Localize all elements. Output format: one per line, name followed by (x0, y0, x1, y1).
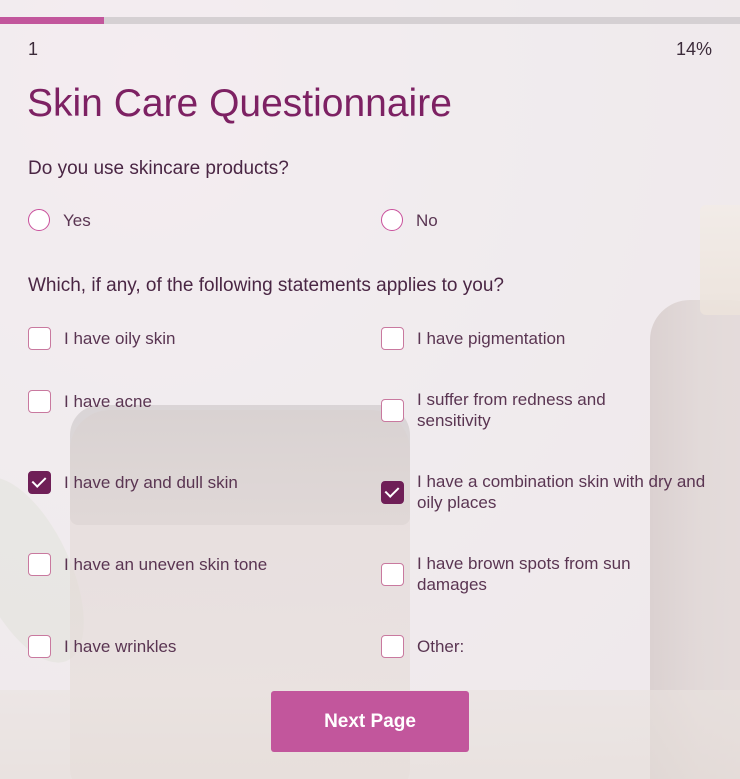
progress-percent: 14% (675, 39, 712, 59)
checkbox-option-redness[interactable]: I suffer from redness and sensitivity (381, 389, 647, 431)
progress-fill (0, 17, 104, 24)
checkbox-label: I suffer from redness and sensitivity (417, 390, 606, 430)
checkbox[interactable] (28, 553, 51, 576)
question-statements: Which, if any, of the following statemen… (28, 275, 504, 296)
page-number: 1 (28, 39, 39, 59)
next-page-button[interactable]: Next Page (271, 691, 469, 752)
checkbox-label: I have brown spots from sun damages (417, 554, 631, 594)
checkbox-label: Other: (417, 637, 465, 656)
checkbox-option-brown-spots[interactable]: I have brown spots from sun damages (381, 553, 677, 595)
checkbox[interactable] (381, 480, 404, 504)
questionnaire-form: 1 14% Skin Care Questionnaire Do you use… (0, 0, 740, 779)
page-title: Skin Care Questionnaire (27, 82, 452, 125)
checkbox-label: I have dry and dull skin (64, 473, 238, 492)
radio-label: Yes (63, 210, 91, 230)
checkbox-label: I have wrinkles (64, 637, 177, 656)
checkbox-label: I have an uneven skin tone (64, 555, 268, 574)
checkbox[interactable] (28, 635, 51, 658)
radio-button[interactable] (381, 209, 403, 231)
radio-option-no[interactable]: No (381, 209, 438, 231)
checkbox[interactable] (28, 471, 51, 494)
question-skincare-use: Do you use skincare products? (28, 158, 289, 179)
checkbox-option-combination-skin[interactable]: I have a combination skin with dry and o… (381, 471, 717, 513)
radio-button[interactable] (28, 209, 50, 231)
radio-label: No (416, 210, 438, 230)
checkbox-option-oily-skin[interactable]: I have oily skin (28, 327, 176, 350)
checkbox[interactable] (381, 398, 404, 422)
checkbox-option-pigmentation[interactable]: I have pigmentation (381, 327, 565, 350)
checkbox[interactable] (381, 562, 404, 586)
checkbox[interactable] (381, 635, 404, 658)
progress-bar (0, 17, 740, 24)
checkbox-label: I have acne (64, 392, 152, 411)
checkbox-option-other[interactable]: Other: (381, 635, 464, 658)
checkbox[interactable] (28, 327, 51, 350)
checkbox-option-uneven-tone[interactable]: I have an uneven skin tone (28, 553, 267, 576)
checkbox[interactable] (28, 390, 51, 413)
checkbox-option-acne[interactable]: I have acne (28, 390, 152, 413)
checkbox-label: I have a combination skin with dry and o… (417, 472, 706, 512)
radio-option-yes[interactable]: Yes (28, 209, 91, 231)
checkbox-label: I have oily skin (64, 329, 176, 348)
checkbox-label: I have pigmentation (417, 329, 566, 348)
checkbox-option-wrinkles[interactable]: I have wrinkles (28, 635, 176, 658)
checkbox[interactable] (381, 327, 404, 350)
checkbox-option-dry-dull-skin[interactable]: I have dry and dull skin (28, 471, 238, 494)
